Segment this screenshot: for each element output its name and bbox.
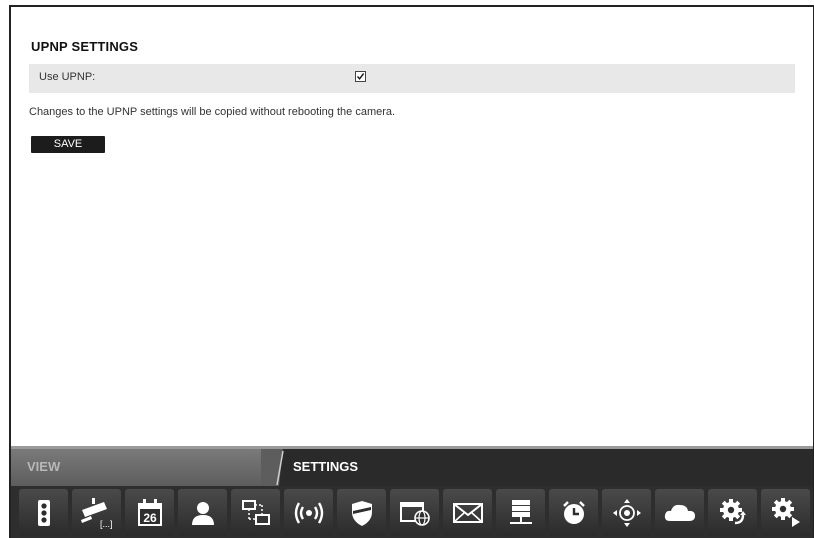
calendar-icon: 26 [137,498,162,526]
mail-icon [452,502,483,523]
calendar-day: 26 [143,511,157,525]
time-button[interactable] [549,489,598,536]
tab-settings[interactable]: SETTINGS [281,449,581,486]
cloud-button[interactable] [655,489,704,536]
web-access-button[interactable] [390,489,439,536]
info-note: Changes to the UPNP settings will be cop… [29,106,396,118]
user-icon [191,501,214,525]
mail-button[interactable] [443,489,492,536]
security-button[interactable] [337,489,386,536]
user-button[interactable] [178,489,227,536]
server-icon [509,499,532,524]
use-upnp-row: Use UPNP: [29,64,795,93]
calendar-button[interactable]: 26 [125,489,174,536]
cloud-icon [664,504,695,521]
main-frame: UPNP SETTINGS Use UPNP: Changes to the U… [9,5,814,538]
network-button[interactable] [231,489,280,536]
shield-icon [351,500,372,526]
camera-button[interactable]: [...] [72,489,121,536]
server-button[interactable] [496,489,545,536]
checkmark-icon [356,73,365,80]
gear-refresh-icon [719,498,746,524]
ptz-button[interactable] [602,489,651,536]
save-button[interactable]: SAVE [31,136,105,153]
tab-view-label: VIEW [27,459,61,474]
status-button[interactable] [19,489,68,536]
svg-text:[...]: [...] [100,519,113,529]
icon-toolbar: [...] 26 [11,486,813,538]
content-panel: UPNP SETTINGS Use UPNP: Changes to the U… [11,7,813,446]
camera-icon: [...] [80,497,113,529]
system-button[interactable] [761,489,810,536]
tab-bar: VIEW SETTINGS [11,446,813,486]
use-upnp-checkbox[interactable] [355,71,366,82]
ptz-icon [612,498,641,527]
status-icon [37,499,50,526]
wireless-button[interactable] [284,489,333,536]
tab-settings-label: SETTINGS [293,459,359,474]
wireless-icon [294,501,323,524]
maintenance-button[interactable] [708,489,757,536]
use-upnp-label: Use UPNP: [39,71,96,83]
browser-globe-icon [399,501,430,526]
tab-view[interactable]: VIEW [11,449,279,486]
gear-play-icon [771,497,800,527]
network-icon [241,499,270,525]
page-title: UPNP SETTINGS [31,39,139,54]
clock-icon [562,500,585,524]
